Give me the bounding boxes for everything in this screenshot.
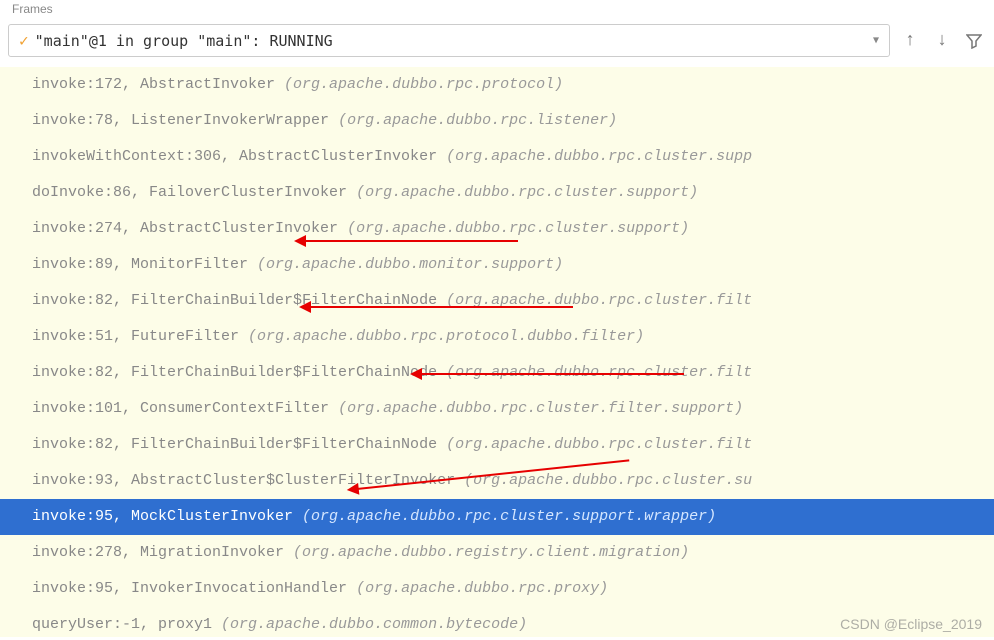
frame-method: invoke:101, ConsumerContextFilter [32,400,338,417]
stack-frame-row[interactable]: invoke:82, FilterChainBuilder$FilterChai… [0,355,994,391]
stack-frame-row[interactable]: invoke:278, MigrationInvoker (org.apache… [0,535,994,571]
frame-package: (org.apache.dubbo.rpc.listener) [338,112,617,129]
frame-package: (org.apache.dubbo.common.bytecode) [221,616,527,633]
stack-frame-row[interactable]: invoke:274, AbstractClusterInvoker (org.… [0,211,994,247]
frames-list[interactable]: invoke:172, AbstractInvoker (org.apache.… [0,67,994,637]
thread-label: "main"@1 in group "main": RUNNING [35,32,867,50]
stack-frame-row[interactable]: doInvoke:86, FailoverClusterInvoker (org… [0,175,994,211]
frame-method: invoke:95, InvokerInvocationHandler [32,580,356,597]
stack-frame-row[interactable]: invoke:172, AbstractInvoker (org.apache.… [0,67,994,103]
frame-method: invoke:51, FutureFilter [32,328,248,345]
frame-package: (org.apache.dubbo.rpc.cluster.supp [446,148,752,165]
frame-method: invokeWithContext:306, AbstractClusterIn… [32,148,446,165]
stack-frame-row[interactable]: invoke:95, InvokerInvocationHandler (org… [0,571,994,607]
frame-package: (org.apache.dubbo.monitor.support) [257,256,563,273]
frame-package: (org.apache.dubbo.rpc.protocol.dubbo.fil… [248,328,644,345]
frame-package: (org.apache.dubbo.rpc.cluster.filt [446,364,752,381]
stack-frame-row[interactable]: invoke:82, FilterChainBuilder$FilterChai… [0,427,994,463]
stack-frame-row[interactable]: queryUser:-1, proxy1 (org.apache.dubbo.c… [0,607,994,637]
stack-frame-row[interactable]: invoke:82, FilterChainBuilder$FilterChai… [0,283,994,319]
frame-method: invoke:278, MigrationInvoker [32,544,293,561]
frame-package: (org.apache.dubbo.rpc.cluster.support) [356,184,698,201]
frame-method: invoke:274, AbstractClusterInvoker [32,220,347,237]
frame-method: invoke:78, ListenerInvokerWrapper [32,112,338,129]
stack-frame-row[interactable]: invoke:89, MonitorFilter (org.apache.dub… [0,247,994,283]
frame-method: invoke:82, FilterChainBuilder$FilterChai… [32,364,446,381]
filter-button[interactable] [962,29,986,53]
frame-package: (org.apache.dubbo.rpc.cluster.filter.sup… [338,400,743,417]
arrow-down-icon: ↓ [937,31,948,51]
stack-frame-row[interactable]: invoke:78, ListenerInvokerWrapper (org.a… [0,103,994,139]
frame-package: (org.apache.dubbo.rpc.cluster.filt [446,292,752,309]
frame-method: invoke:82, FilterChainBuilder$FilterChai… [32,292,446,309]
frame-package: (org.apache.dubbo.rpc.cluster.support) [347,220,689,237]
frame-method: invoke:95, MockClusterInvoker [32,508,302,525]
thread-selector-dropdown[interactable]: ✓ "main"@1 in group "main": RUNNING ▼ [8,24,890,57]
frame-package: (org.apache.dubbo.rpc.cluster.support.wr… [302,508,716,525]
frame-method: invoke:93, AbstractCluster$ClusterFilter… [32,472,464,489]
stack-frame-row[interactable]: invoke:51, FutureFilter (org.apache.dubb… [0,319,994,355]
previous-frame-button[interactable]: ↑ [898,29,922,53]
funnel-icon [966,33,982,49]
frame-method: invoke:172, AbstractInvoker [32,76,284,93]
panel-header: Frames [0,0,994,20]
frame-package: (org.apache.dubbo.rpc.proxy) [356,580,608,597]
frame-package: (org.apache.dubbo.rpc.protocol) [284,76,563,93]
check-icon: ✓ [19,31,29,50]
frame-package: (org.apache.dubbo.registry.client.migrat… [293,544,689,561]
next-frame-button[interactable]: ↓ [930,29,954,53]
toolbar: ✓ "main"@1 in group "main": RUNNING ▼ ↑ … [0,20,994,67]
frame-method: queryUser:-1, proxy1 [32,616,221,633]
chevron-down-icon: ▼ [873,35,879,46]
frame-package: (org.apache.dubbo.rpc.cluster.su [464,472,752,489]
frame-package: (org.apache.dubbo.rpc.cluster.filt [446,436,752,453]
frame-method: invoke:89, MonitorFilter [32,256,257,273]
panel-title: Frames [8,2,986,20]
stack-frame-row[interactable]: invoke:93, AbstractCluster$ClusterFilter… [0,463,994,499]
stack-frame-row[interactable]: invokeWithContext:306, AbstractClusterIn… [0,139,994,175]
frame-method: invoke:82, FilterChainBuilder$FilterChai… [32,436,446,453]
frame-method: doInvoke:86, FailoverClusterInvoker [32,184,356,201]
stack-frame-row[interactable]: invoke:95, MockClusterInvoker (org.apach… [0,499,994,535]
arrow-up-icon: ↑ [905,31,916,51]
stack-frame-row[interactable]: invoke:101, ConsumerContextFilter (org.a… [0,391,994,427]
